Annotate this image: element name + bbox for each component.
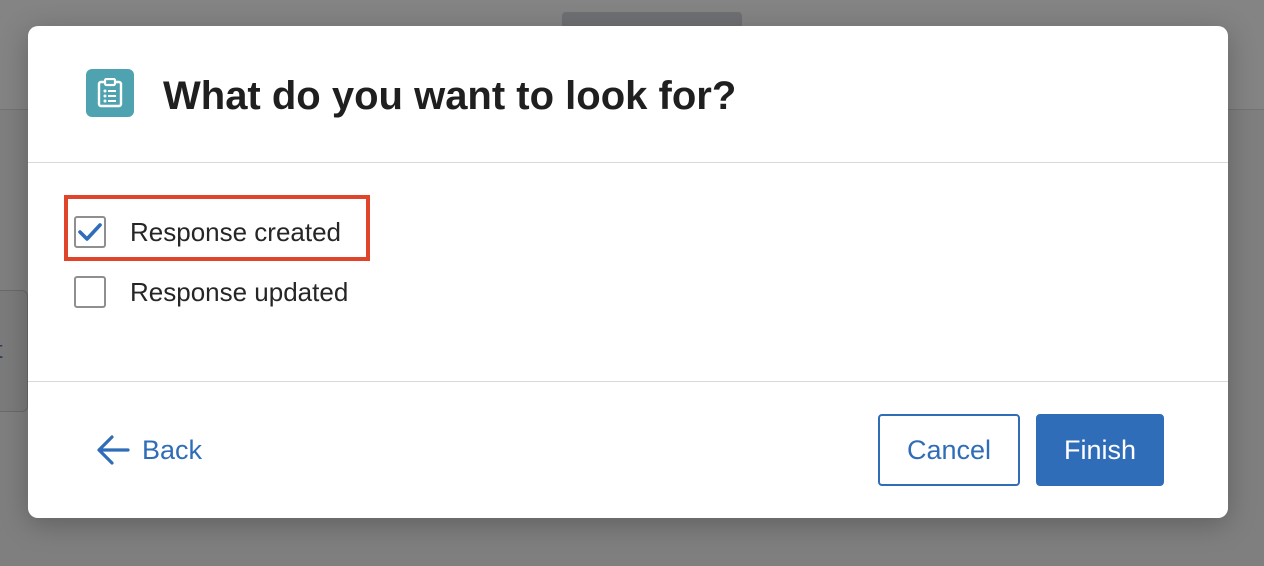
background-card-text: t xyxy=(0,337,3,365)
dialog-header: What do you want to look for? xyxy=(28,26,1228,163)
background-card xyxy=(0,290,28,412)
option-response-updated[interactable]: Response updated xyxy=(74,276,348,308)
dialog-title: What do you want to look for? xyxy=(163,74,737,118)
dialog-footer: Back Cancel Finish xyxy=(28,382,1228,518)
option-label: Response updated xyxy=(130,276,349,307)
cancel-button[interactable]: Cancel xyxy=(878,414,1020,486)
option-response-created[interactable]: Response created xyxy=(74,216,341,248)
back-button[interactable]: Back xyxy=(96,430,202,470)
dialog-body: Response created Response updated xyxy=(28,164,1228,382)
checkbox-response-updated[interactable] xyxy=(74,276,106,308)
arrow-left-icon xyxy=(97,435,130,465)
look-for-dialog: What do you want to look for? Response c… xyxy=(28,26,1228,518)
checkbox-response-created[interactable] xyxy=(74,216,106,248)
back-label: Back xyxy=(142,434,203,465)
finish-button[interactable]: Finish xyxy=(1036,414,1164,486)
clipboard-icon xyxy=(86,69,134,117)
option-label: Response created xyxy=(130,216,342,247)
checkmark-icon xyxy=(78,223,102,241)
